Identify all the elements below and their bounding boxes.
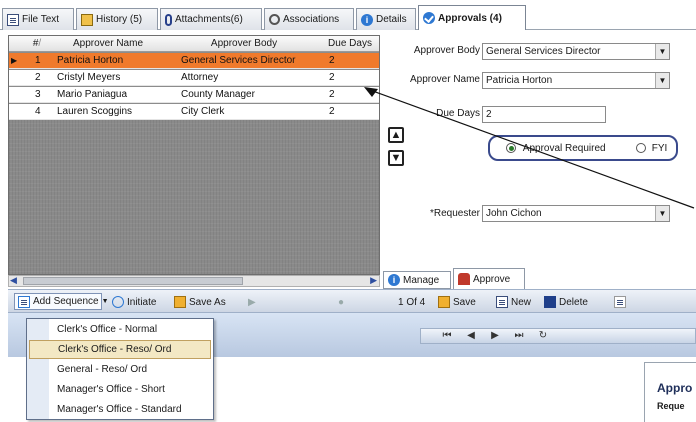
- menu-item[interactable]: General - Reso/ Ord: [29, 360, 211, 379]
- row-due-days: 2: [329, 89, 335, 100]
- menu-item[interactable]: Manager's Office - Standard: [29, 400, 211, 419]
- approver-body-label: Approver Body: [413, 45, 480, 56]
- info-icon: i: [388, 274, 400, 286]
- row-pointer-icon: ▶: [11, 56, 18, 65]
- new-button[interactable]: New: [496, 294, 531, 310]
- info-icon: i: [361, 13, 373, 26]
- associations-icon: [269, 14, 280, 25]
- scrollbar-thumb[interactable]: [23, 277, 243, 285]
- stop-button[interactable]: ●: [338, 294, 344, 310]
- chevron-down-icon[interactable]: ▼: [655, 206, 669, 221]
- tab-label: Approvals (4): [438, 12, 502, 24]
- row-number: 4: [35, 106, 41, 117]
- initiate-button[interactable]: Initiate: [112, 294, 156, 310]
- requester-select[interactable]: John Cichon ▼: [482, 205, 670, 222]
- next-record-icon[interactable]: ▶: [485, 329, 505, 343]
- requester-label: *Requester: [429, 208, 480, 219]
- row-approver-name: Patricia Horton: [57, 55, 124, 66]
- tab-associations[interactable]: Associations: [264, 8, 354, 30]
- tab-label: File Text: [22, 14, 60, 25]
- play-icon: ▶: [248, 296, 256, 308]
- menu-item[interactable]: Manager's Office - Short: [29, 380, 211, 399]
- add-sequence-button[interactable]: Add Sequence ▼: [14, 293, 109, 310]
- toolbar: Add Sequence ▼ Initiate Save As ▶ ● 1 Of…: [8, 289, 696, 313]
- first-record-icon[interactable]: ⏮: [437, 329, 457, 343]
- sequence-icon: [18, 295, 30, 308]
- table-row[interactable]: 3 Mario Paniagua County Manager 2: [9, 87, 379, 103]
- grid-empty-area: [9, 120, 379, 274]
- tab-manage[interactable]: i Manage: [383, 271, 451, 289]
- scroll-left-icon[interactable]: ◀: [10, 275, 17, 286]
- chevron-down-icon[interactable]: ▼: [655, 44, 669, 59]
- row-approver-name: Cristyl Meyers: [57, 72, 121, 83]
- new-document-icon: [496, 296, 508, 308]
- tab-label: Associations: [283, 14, 340, 25]
- row-number: 2: [35, 72, 41, 83]
- row-due-days: 2: [329, 72, 335, 83]
- row-number: 3: [35, 89, 41, 100]
- row-approver-body: County Manager: [181, 89, 255, 100]
- tab-file-text[interactable]: File Text: [2, 8, 74, 30]
- tab-label: Attachments(6): [175, 14, 243, 25]
- add-sequence-menu: Clerk's Office - Normal Clerk's Office -…: [26, 318, 214, 420]
- table-row[interactable]: 4 Lauren Scoggins City Clerk 2: [9, 104, 379, 120]
- document-icon: [614, 296, 626, 308]
- stop-icon: ●: [338, 296, 345, 308]
- column-header-number[interactable]: #/: [29, 36, 45, 52]
- paperclip-icon: [165, 13, 172, 26]
- play-button[interactable]: ▶: [248, 294, 256, 310]
- scroll-right-icon[interactable]: ▶: [370, 275, 377, 286]
- previous-record-icon[interactable]: ◀: [461, 329, 481, 343]
- tab-approve[interactable]: Approve: [453, 268, 525, 289]
- record-navigation: ⏮ ◀ ▶ ⏭ ↻: [420, 328, 696, 344]
- initiate-icon: [112, 296, 124, 308]
- annotation-arrow: [364, 87, 695, 209]
- tab-label: History (5): [96, 14, 143, 25]
- grid-horizontal-scrollbar[interactable]: ◀ ▶: [8, 275, 380, 287]
- tab-attachments[interactable]: Attachments(6): [160, 8, 262, 30]
- approver-body-select[interactable]: General Services Director ▼: [482, 43, 670, 60]
- row-due-days: 2: [329, 55, 335, 66]
- column-header-approver-name[interactable]: Approver Name: [49, 36, 167, 52]
- checkmark-icon: [423, 12, 435, 24]
- row-due-days: 2: [329, 106, 335, 117]
- save-button[interactable]: Save: [438, 294, 476, 310]
- row-approver-body: Attorney: [181, 72, 219, 83]
- tab-details[interactable]: i Details: [356, 8, 416, 30]
- document-icon: [7, 13, 19, 26]
- panel-subtitle: Reque: [657, 401, 685, 411]
- people-icon: [458, 273, 470, 285]
- row-approver-body: City Clerk: [181, 106, 225, 117]
- table-row[interactable]: 2 Cristyl Meyers Attorney 2: [9, 70, 379, 86]
- delete-button[interactable]: Delete: [544, 294, 588, 310]
- grid-header: #/ Approver Name Approver Body Due Days: [9, 36, 379, 52]
- menu-item[interactable]: Clerk's Office - Reso/ Ord: [29, 340, 211, 359]
- refresh-icon[interactable]: ↻: [533, 329, 553, 343]
- row-approver-name: Mario Paniagua: [57, 89, 128, 100]
- column-header-due-days[interactable]: Due Days: [321, 36, 379, 52]
- approval-panel: Appro Reque: [644, 362, 696, 422]
- history-icon: [81, 13, 93, 26]
- delete-icon: [544, 296, 556, 308]
- tab-approvals[interactable]: Approvals (4): [418, 5, 526, 30]
- row-number: 1: [35, 55, 41, 66]
- table-row[interactable]: ▶ 1 Patricia Horton General Services Dir…: [9, 53, 379, 69]
- tab-history[interactable]: History (5): [76, 8, 158, 30]
- record-position: 1 Of 4: [398, 296, 426, 308]
- chevron-down-icon: ▼: [101, 298, 109, 305]
- save-as-button[interactable]: Save As: [174, 294, 226, 310]
- panel-title: Appro: [657, 381, 693, 395]
- menu-item[interactable]: Clerk's Office - Normal: [29, 320, 211, 339]
- save-as-icon: [174, 296, 186, 308]
- more-button[interactable]: [614, 294, 626, 310]
- column-header-approver-body[interactable]: Approver Body: [169, 36, 319, 52]
- last-record-icon[interactable]: ⏭: [509, 329, 529, 343]
- save-icon: [438, 296, 450, 308]
- row-approver-name: Lauren Scoggins: [57, 106, 133, 117]
- approvers-grid: #/ Approver Name Approver Body Due Days …: [8, 35, 380, 275]
- tab-label: Details: [376, 14, 407, 25]
- row-approver-body: General Services Director: [181, 55, 296, 66]
